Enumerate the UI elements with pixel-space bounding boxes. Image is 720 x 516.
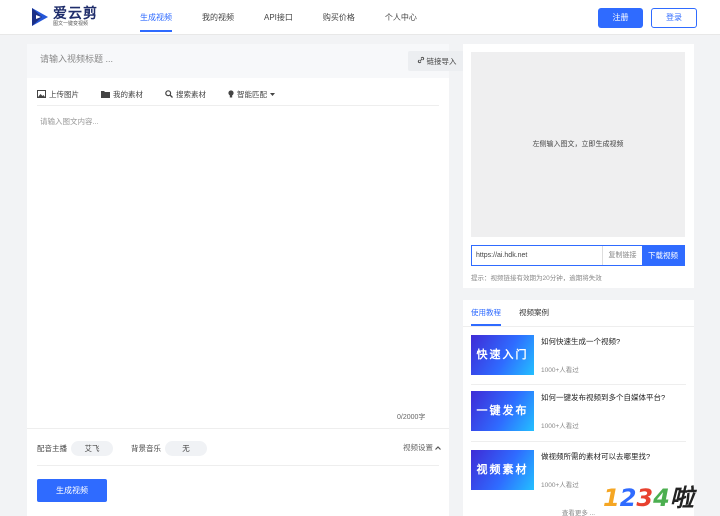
music-selector[interactable]: 无 <box>165 440 207 456</box>
smart-match-dropdown[interactable]: 智能匹配 <box>228 89 275 100</box>
nav-item-my-videos[interactable]: 我的视频 <box>202 0 234 35</box>
divider <box>471 384 686 385</box>
article-thumbnail: 快速入门 <box>471 335 534 375</box>
video-link-field[interactable]: https://ai.hdk.net <box>472 246 602 265</box>
chevron-up-icon <box>435 443 441 452</box>
link-icon <box>417 56 425 66</box>
brand-slogan: 图文一键变视频 <box>53 21 89 27</box>
link-import-button[interactable]: 链接导入 <box>408 51 465 71</box>
content-editor[interactable]: 请输入图文内容... <box>40 116 440 127</box>
download-video-button[interactable]: 下载视频 <box>642 246 684 265</box>
video-settings-toggle[interactable]: 视频设置 <box>403 442 441 453</box>
lightbulb-icon <box>228 89 234 100</box>
voice-music-settings: 配音主播 艾飞 背景音乐 无 视频设置 <box>37 440 441 456</box>
video-link-row: https://ai.hdk.net 复制链接 下载视频 <box>471 245 685 266</box>
article-views: 1000+人看过 <box>541 482 579 489</box>
article-views: 1000+人看过 <box>541 423 579 430</box>
tab-tutorials[interactable]: 使用教程 <box>471 300 501 326</box>
tutorial-tabs: 使用教程 视频案例 <box>471 300 686 326</box>
video-settings-label: 视频设置 <box>403 443 433 452</box>
search-assets-label: 搜索素材 <box>176 90 206 99</box>
caret-down-icon <box>270 90 275 99</box>
voice-selector[interactable]: 艾飞 <box>71 440 113 456</box>
editor-panel: 链接导入 上传图片 我的素材 搜索素材 智能匹配 <box>27 44 465 516</box>
smart-match-label: 智能匹配 <box>237 90 267 99</box>
video-title-input[interactable] <box>40 54 340 64</box>
nav-item-account[interactable]: 个人中心 <box>385 0 417 35</box>
list-item[interactable]: 一键发布 如何一键发布视频到多个自媒体平台? 1000+人看过 <box>471 391 686 439</box>
logo[interactable]: 爱云剪 图文一键变视频 <box>30 6 98 28</box>
article-title: 如何快速生成一个视频? <box>541 337 621 346</box>
my-assets-button[interactable]: 我的素材 <box>101 89 143 100</box>
voice-label: 配音主播 <box>37 443 67 453</box>
link-expiry-hint: 提示：视频链接有效期为20分钟，逾期将失效 <box>471 275 602 282</box>
music-label: 背景音乐 <box>131 443 161 453</box>
generate-video-button[interactable]: 生成视频 <box>37 479 107 502</box>
copy-link-button[interactable]: 复制链接 <box>602 246 642 265</box>
tab-video-cases[interactable]: 视频案例 <box>519 300 549 326</box>
article-thumbnail: 一键发布 <box>471 391 534 431</box>
image-icon <box>37 89 46 100</box>
divider <box>27 428 449 429</box>
nav-item-api[interactable]: API接口 <box>264 0 293 35</box>
watermark-logo: 1234啦 <box>603 484 694 512</box>
register-button[interactable]: 注册 <box>598 8 643 28</box>
divider <box>463 326 694 327</box>
article-title: 做视频所需的素材可以去哪里找? <box>541 452 651 461</box>
nav-item-pricing[interactable]: 购买价格 <box>323 0 355 35</box>
article-views: 1000+人看过 <box>541 367 579 374</box>
divider <box>37 465 439 466</box>
char-count: 0/2000字 <box>397 414 426 421</box>
preview-panel: 左侧输入图文，立即生成视频 https://ai.hdk.net 复制链接 下载… <box>463 44 694 288</box>
search-assets-button[interactable]: 搜索素材 <box>165 89 206 100</box>
list-item[interactable]: 快速入门 如何快速生成一个视频? 1000+人看过 <box>471 335 686 383</box>
upload-image-label: 上传图片 <box>49 90 79 99</box>
top-header: 爱云剪 图文一键变视频 生成视频 我的视频 API接口 购买价格 个人中心 注册… <box>0 0 720 35</box>
article-title: 如何一键发布视频到多个自媒体平台? <box>541 393 666 402</box>
article-thumbnail: 视频素材 <box>471 450 534 490</box>
play-logo-icon <box>30 7 50 27</box>
editor-toolbar: 上传图片 我的素材 搜索素材 智能匹配 <box>37 84 439 106</box>
upload-image-button[interactable]: 上传图片 <box>37 89 79 100</box>
folder-icon <box>101 90 110 100</box>
brand-name: 爱云剪 <box>53 5 98 21</box>
search-icon <box>165 89 173 100</box>
my-assets-label: 我的素材 <box>113 90 143 99</box>
video-preview-area: 左侧输入图文，立即生成视频 <box>471 52 685 237</box>
main-nav: 生成视频 我的视频 API接口 购买价格 个人中心 <box>140 0 447 35</box>
login-button[interactable]: 登录 <box>651 8 697 28</box>
title-input-bar: 链接导入 <box>27 44 465 78</box>
link-import-label: 链接导入 <box>426 56 457 66</box>
divider <box>471 441 686 442</box>
nav-item-generate-video[interactable]: 生成视频 <box>140 0 172 35</box>
